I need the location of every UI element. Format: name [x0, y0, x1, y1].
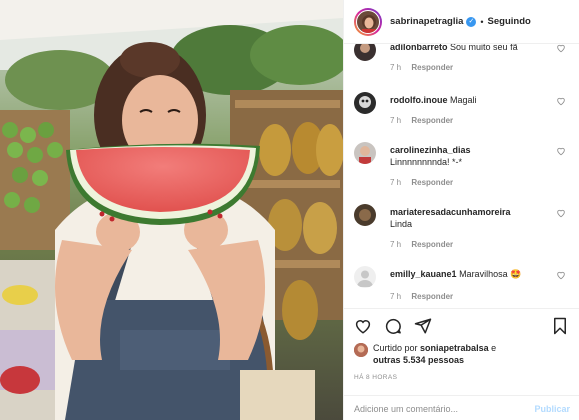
- comment-text: Magali: [450, 95, 477, 105]
- liker-username[interactable]: soniapetrabalsa: [420, 343, 489, 353]
- comment-text-line: rodolfo.inoue Magali: [390, 94, 550, 106]
- comment-text-line: adilonbarreto Sou muito seu fã: [390, 44, 550, 53]
- comment-meta: 7 h Responder: [390, 240, 453, 249]
- commenter-avatar[interactable]: [354, 266, 376, 288]
- comment-text: Linnnnnnnnda! *-*: [390, 157, 463, 167]
- post-actions-section: Curtido por soniapetrabalsa e outras 5.5…: [344, 308, 579, 420]
- likes-summary: Curtido por soniapetrabalsa e outras 5.5…: [354, 342, 564, 366]
- reply-button[interactable]: Responder: [411, 116, 453, 125]
- reply-button[interactable]: Responder: [411, 178, 453, 187]
- comment-text-line: mariateresadacunhamoreira Linda: [390, 206, 550, 230]
- save-button[interactable]: [552, 317, 568, 335]
- comment-input[interactable]: [354, 403, 535, 414]
- commenter-username[interactable]: adilonbarreto: [390, 44, 448, 52]
- commenter-avatar[interactable]: [354, 204, 376, 226]
- comment-text-line: carolinezinha_dias Linnnnnnnnda! *-*: [390, 144, 550, 168]
- likes-text: Curtido por soniapetrabalsa e outras 5.5…: [373, 342, 496, 366]
- comment-meta: 7 h Responder: [390, 116, 453, 125]
- comment-time: 7 h: [390, 178, 402, 187]
- author-avatar[interactable]: [354, 7, 382, 36]
- following-button[interactable]: Seguindo: [488, 16, 531, 27]
- comment-text: Linda: [390, 219, 413, 229]
- post-photo[interactable]: [0, 0, 343, 420]
- reply-button[interactable]: Responder: [411, 292, 453, 301]
- liker-avatar[interactable]: [354, 343, 368, 357]
- action-icons: [354, 317, 432, 335]
- comment-text-line: emilly_kauane1 Maravilhosa 🤩: [390, 268, 550, 280]
- post-side-panel: sabrinapetraglia ✓ • Seguindo adilonbarr…: [343, 0, 579, 420]
- comments-list[interactable]: adilonbarreto Sou muito seu fã 7 h Respo…: [344, 44, 579, 308]
- post-photo-illustration: [0, 0, 343, 420]
- likes-others-count[interactable]: outras 5.534 pessoas: [373, 355, 464, 365]
- comment-meta: 7 h Responder: [390, 178, 453, 187]
- commenter-username[interactable]: emilly_kauane1: [390, 269, 457, 279]
- comment-time: 7 h: [390, 63, 402, 72]
- commenter-username[interactable]: mariateresadacunhamoreira: [390, 207, 511, 217]
- heart-icon[interactable]: [354, 317, 372, 335]
- post-header: sabrinapetraglia ✓ • Seguindo: [344, 0, 579, 44]
- bookmark-icon: [554, 317, 566, 335]
- comment-like-icon[interactable]: [556, 208, 566, 218]
- separator-dot: •: [480, 16, 484, 27]
- commenter-avatar[interactable]: [354, 142, 376, 164]
- commenter-username[interactable]: carolinezinha_dias: [390, 145, 471, 155]
- comment-text: Sou muito seu fã: [450, 44, 518, 52]
- verified-badge-icon: ✓: [466, 16, 477, 27]
- likes-prefix: Curtido por: [373, 343, 418, 353]
- comment-like-icon[interactable]: [556, 146, 566, 156]
- comment-icon[interactable]: [384, 317, 402, 335]
- comment-time: 7 h: [390, 240, 402, 249]
- author-username[interactable]: sabrinapetraglia: [390, 16, 463, 27]
- comment-time: 7 h: [390, 292, 402, 301]
- comment-like-icon[interactable]: [556, 44, 566, 53]
- comment-like-icon[interactable]: [556, 96, 566, 106]
- reply-button[interactable]: Responder: [411, 63, 453, 72]
- commenter-username[interactable]: rodolfo.inoue: [390, 95, 448, 105]
- reply-button[interactable]: Responder: [411, 240, 453, 249]
- add-comment-bar: Publicar: [344, 395, 579, 420]
- comment-like-icon[interactable]: [556, 270, 566, 280]
- comment-meta: 7 h Responder: [390, 292, 453, 301]
- publish-button[interactable]: Publicar: [534, 404, 570, 414]
- commenter-avatar[interactable]: [354, 92, 376, 114]
- share-icon[interactable]: [414, 317, 432, 335]
- comment-meta: 7 h Responder: [390, 63, 453, 72]
- commenter-avatar[interactable]: [354, 44, 376, 61]
- comment-time: 7 h: [390, 116, 402, 125]
- comment-text: Maravilhosa 🤩: [459, 269, 522, 279]
- likes-conjunction: e: [491, 343, 497, 353]
- post-timestamp[interactable]: HÁ 8 HORAS: [354, 374, 397, 381]
